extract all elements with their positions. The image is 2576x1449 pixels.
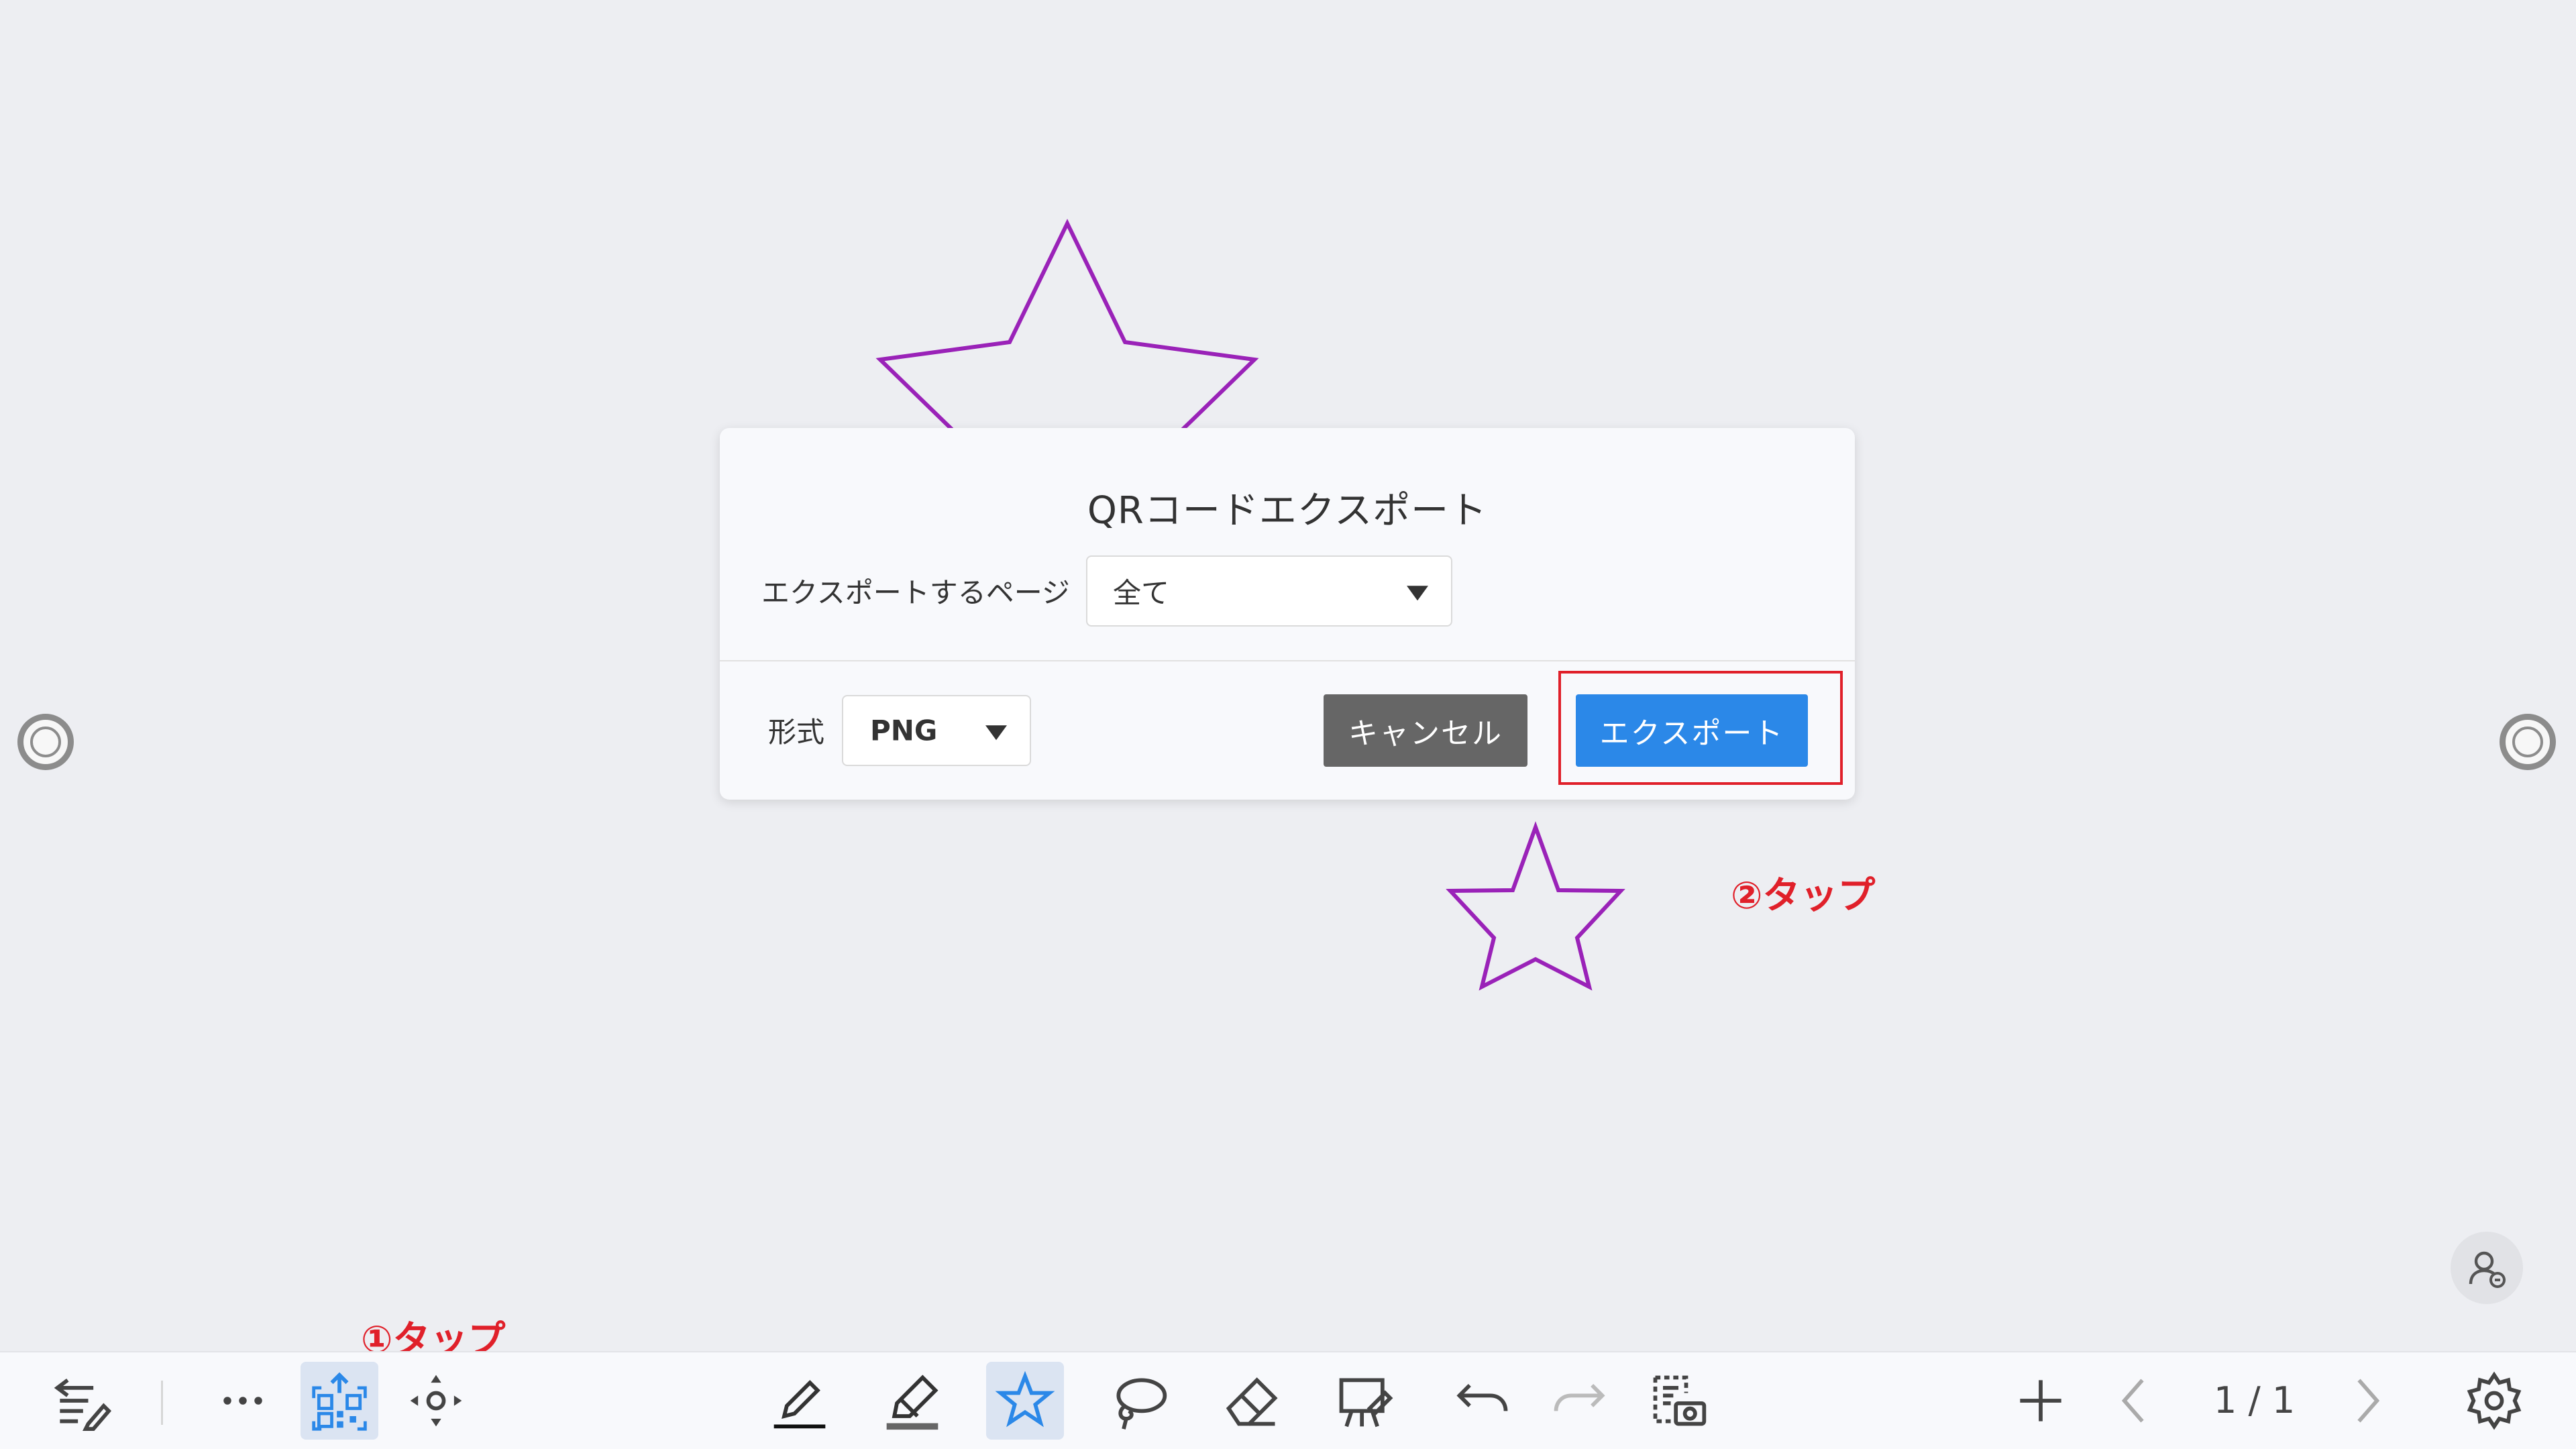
add-page-icon — [2020, 1380, 2061, 1421]
qr-export-button[interactable] — [301, 1362, 378, 1440]
settings-button[interactable] — [2455, 1362, 2533, 1440]
move-icon — [410, 1375, 462, 1427]
eraser-button[interactable] — [1213, 1362, 1291, 1440]
presentation-icon — [1339, 1378, 1393, 1428]
export-button-highlight — [1558, 671, 1843, 785]
dialog-divider — [720, 660, 1855, 661]
highlighter-icon — [886, 1375, 938, 1430]
redo-icon — [1554, 1383, 1605, 1411]
bottom-toolbar: 1 / 1 — [0, 1351, 2576, 1449]
export-page-value: 全て — [1113, 576, 1170, 610]
more-icon — [223, 1397, 262, 1405]
format-select[interactable]: PNG — [842, 695, 1031, 766]
eraser-icon — [1226, 1377, 1278, 1426]
step2-annotation: ②タップ — [1731, 874, 1876, 918]
next-page-button[interactable] — [2328, 1362, 2406, 1440]
lasso-icon — [1116, 1378, 1167, 1430]
highlighter-button[interactable] — [873, 1362, 951, 1440]
qr-export-icon — [312, 1372, 367, 1431]
move-button[interactable] — [397, 1362, 475, 1440]
undo-icon — [1456, 1383, 1508, 1411]
notes-return-icon — [54, 1379, 111, 1432]
shape-button[interactable] — [986, 1362, 1064, 1440]
next-page-icon — [2357, 1379, 2380, 1423]
undo-button[interactable] — [1444, 1362, 1521, 1440]
format-label: 形式 — [768, 716, 825, 749]
chevron-down-icon — [985, 725, 1007, 741]
presentation-button[interactable] — [1326, 1362, 1403, 1440]
pen-button[interactable] — [761, 1362, 839, 1440]
user-switch-button[interactable] — [2451, 1232, 2523, 1304]
dialog-title: QRコードエクスポート — [1087, 489, 1488, 533]
prev-page-icon — [2121, 1379, 2144, 1423]
pen-icon — [773, 1380, 826, 1429]
chevron-down-icon — [1407, 586, 1428, 601]
export-page-label: エクスポートするページ — [761, 576, 1070, 609]
more-button[interactable] — [204, 1362, 282, 1440]
export-page-select[interactable]: 全て — [1086, 555, 1452, 627]
add-page-button[interactable] — [2002, 1362, 2080, 1440]
small-star-shape[interactable] — [1446, 821, 1625, 991]
left-page-handle[interactable] — [17, 714, 74, 770]
toolbar-separator — [161, 1381, 163, 1425]
screenshot-button[interactable] — [1640, 1362, 1717, 1440]
format-value: PNG — [870, 714, 938, 747]
prev-page-button[interactable] — [2096, 1362, 2174, 1440]
settings-icon — [2467, 1371, 2522, 1430]
cancel-button[interactable]: キャンセル — [1324, 694, 1527, 767]
user-switch-icon — [2469, 1251, 2506, 1288]
page-indicator: 1 / 1 — [2214, 1379, 2296, 1421]
lasso-button[interactable] — [1100, 1362, 1178, 1440]
notes-return-button[interactable] — [42, 1362, 119, 1440]
redo-button[interactable] — [1540, 1362, 1618, 1440]
star-shape-icon — [995, 1371, 1055, 1428]
screenshot-icon — [1653, 1375, 1707, 1426]
right-page-handle[interactable] — [2500, 714, 2556, 770]
